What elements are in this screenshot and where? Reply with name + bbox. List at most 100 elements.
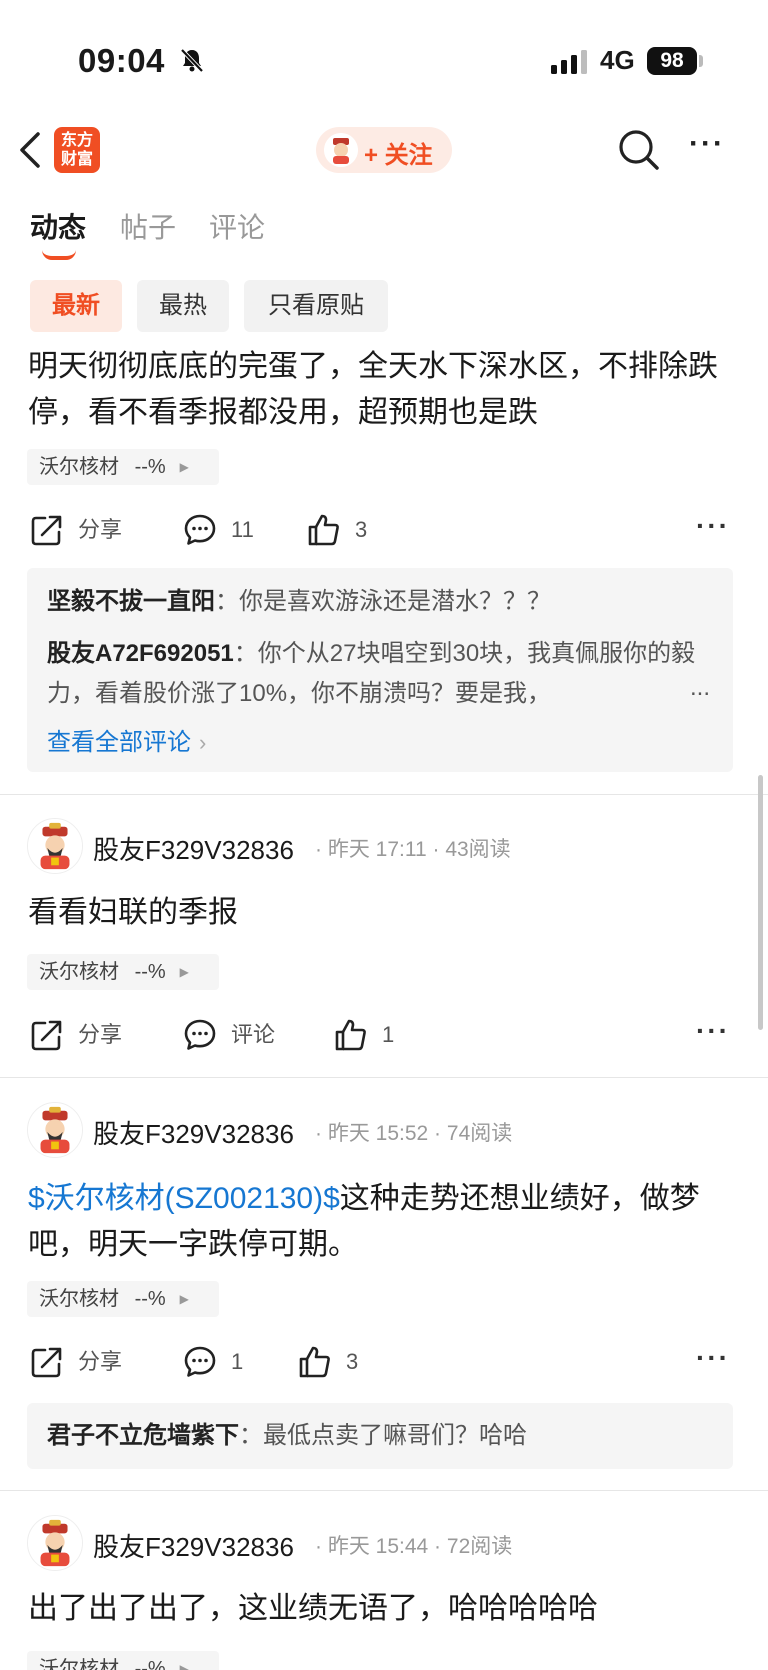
post-more-icon[interactable]: ··· [696, 1013, 730, 1049]
author-name[interactable]: 股友F329V32836 [93, 1114, 294, 1151]
cellular-signal-icon [551, 50, 587, 74]
post-body[interactable]: 明天彻彻底底的完蛋了，全天水下深水区，不排除跌停，看不看季报都没用，超预期也是跌 [28, 344, 740, 436]
avatar[interactable] [27, 818, 83, 874]
post-author[interactable]: 股友F329V32836 · 昨天 15:44 · 72阅读 [27, 1515, 727, 1571]
tag-arrow-icon: ▶ [179, 460, 189, 474]
like-button[interactable]: 1 [334, 1013, 414, 1057]
stock-tag[interactable]: 沃尔核材 --% ▶ [27, 1651, 219, 1670]
brand-logo-line2: 财富 [60, 151, 93, 168]
tab-active-indicator [42, 250, 76, 260]
back-arrow-icon[interactable] [16, 130, 46, 170]
comment-label: 评论 [231, 1022, 276, 1047]
reply-item: 股友A72F692051：你个从27块唱空到30块，我真佩服你的毅力，看着股价涨… [47, 640, 696, 707]
post-meta: · 昨天 15:52 · 74阅读 [315, 1122, 513, 1145]
share-icon [31, 515, 62, 546]
post-meta: · 昨天 17:11 · 43阅读 [315, 838, 511, 861]
post-author[interactable]: 股友F329V32836 · 昨天 15:52 · 74阅读 [27, 1102, 727, 1158]
read-count: 72阅读 [446, 1535, 513, 1558]
reply-text: 你是喜欢游泳还是潜水？？？ [239, 588, 551, 615]
post-more-icon[interactable]: ··· [696, 1340, 730, 1376]
search-icon[interactable] [617, 128, 661, 172]
comment-button[interactable]: 1 [183, 1340, 253, 1384]
share-button[interactable]: 分享 [30, 1340, 130, 1384]
post-actions: 分享 评论 1 ··· [0, 1013, 768, 1057]
stock-tag[interactable]: 沃尔核材 --% ▶ [27, 1281, 219, 1317]
reply-user[interactable]: 股友A72F692051 [47, 640, 234, 667]
tag-arrow-icon: ▶ [179, 965, 189, 979]
more-options-icon[interactable]: ··· [689, 129, 729, 168]
reply-ellipsis: ... [690, 674, 711, 701]
comment-button[interactable]: 11 [183, 508, 263, 552]
scrollbar[interactable] [758, 775, 763, 1030]
tag-arrow-icon: ▶ [179, 1662, 189, 1670]
stock-tag-change: --% [134, 961, 166, 983]
post-actions: 分享 1 3 ··· [0, 1340, 768, 1384]
share-icon [31, 1020, 62, 1051]
reply-preview[interactable]: 君子不立危墙紫下：最低点卖了嘛哥们？哈哈 [27, 1403, 733, 1469]
post-more-icon[interactable]: ··· [696, 508, 730, 544]
comment-icon [184, 1019, 216, 1050]
filter-latest[interactable]: 最新 [30, 280, 122, 332]
share-button[interactable]: 分享 [30, 508, 130, 552]
follow-button[interactable]: + 关注 [316, 127, 452, 173]
like-count: 1 [382, 1022, 395, 1047]
tab-posts[interactable]: 帖子 [120, 206, 176, 246]
post-body[interactable]: 看看妇联的季报 [28, 890, 740, 936]
post-divider [0, 1490, 768, 1491]
like-count: 3 [355, 517, 368, 542]
avatar[interactable] [27, 1102, 83, 1158]
network-type: 4G [600, 45, 635, 75]
post-time: 昨天 15:52 [327, 1122, 429, 1145]
chevron-right-icon: › [199, 730, 207, 755]
stock-tag[interactable]: 沃尔核材 --% ▶ [27, 954, 219, 990]
post-divider [0, 1077, 768, 1078]
post-time: 昨天 15:44 [327, 1535, 429, 1558]
mascot-avatar-icon [324, 133, 358, 167]
stock-tag-name: 沃尔核材 [39, 456, 119, 478]
post-author[interactable]: 股友F329V32836 · 昨天 17:11 · 43阅读 [27, 818, 727, 874]
reply-preview[interactable]: 坚毅不拔一直阳：你是喜欢游泳还是潜水？？？ 股友A72F692051：你个从27… [27, 568, 733, 772]
like-button[interactable]: 3 [298, 1340, 378, 1384]
reply-user[interactable]: 君子不立危墙紫下 [47, 1422, 239, 1449]
filter-original-only[interactable]: 只看原贴 [244, 280, 388, 332]
battery-indicator: 98 [647, 47, 697, 75]
stock-tag-change: --% [134, 456, 166, 478]
like-count: 3 [346, 1349, 359, 1374]
comment-icon [184, 1346, 216, 1377]
avatar[interactable] [27, 1515, 83, 1571]
post-body[interactable]: $沃尔核材(SZ002130)$这种走势还想业绩好，做梦吧，明天一字跌停可期。 [28, 1176, 740, 1268]
stock-tag-change: --% [134, 1658, 166, 1670]
reply-user[interactable]: 坚毅不拔一直阳 [47, 588, 215, 615]
stock-tag[interactable]: 沃尔核材 --% ▶ [27, 449, 219, 485]
stock-tag-name: 沃尔核材 [39, 1288, 119, 1310]
filter-hottest[interactable]: 最热 [137, 280, 229, 332]
see-all-label: 查看全部评论 [47, 729, 191, 756]
post-meta: · 昨天 15:44 · 72阅读 [315, 1535, 513, 1558]
comment-icon [184, 514, 216, 545]
thumbs-up-icon [299, 1346, 330, 1378]
post-divider [0, 794, 768, 795]
comment-button[interactable]: 评论 [183, 1013, 293, 1057]
comment-count: 11 [231, 517, 254, 542]
see-all-comments-link[interactable]: 查看全部评论 › [47, 722, 206, 757]
stock-link[interactable]: $沃尔核材(SZ002130)$ [28, 1182, 340, 1215]
share-label: 分享 [78, 517, 123, 542]
tag-arrow-icon: ▶ [179, 1292, 189, 1306]
share-button[interactable]: 分享 [30, 1013, 130, 1057]
author-name[interactable]: 股友F329V32836 [93, 1527, 294, 1564]
post-body[interactable]: 出了出了出了，这业绩无语了，哈哈哈哈哈 [28, 1586, 740, 1632]
tab-dynamics[interactable]: 动态 [30, 206, 86, 246]
thumbs-up-icon [335, 1019, 366, 1051]
brand-logo-line1: 东方 [60, 132, 93, 149]
tab-comments[interactable]: 评论 [209, 206, 265, 246]
author-name[interactable]: 股友F329V32836 [93, 830, 294, 867]
share-icon [31, 1347, 62, 1378]
read-count: 74阅读 [446, 1122, 513, 1145]
reply-text: 最低点卖了嘛哥们？哈哈 [263, 1422, 527, 1449]
stock-tag-change: --% [134, 1288, 166, 1310]
status-time: 09:04 [78, 42, 165, 79]
like-button[interactable]: 3 [307, 508, 387, 552]
brand-logo: 东方 财富 [54, 127, 100, 173]
stock-tag-name: 沃尔核材 [39, 1658, 119, 1670]
reply-item: 君子不立危墙紫下：最低点卖了嘛哥们？哈哈 [47, 1422, 527, 1449]
